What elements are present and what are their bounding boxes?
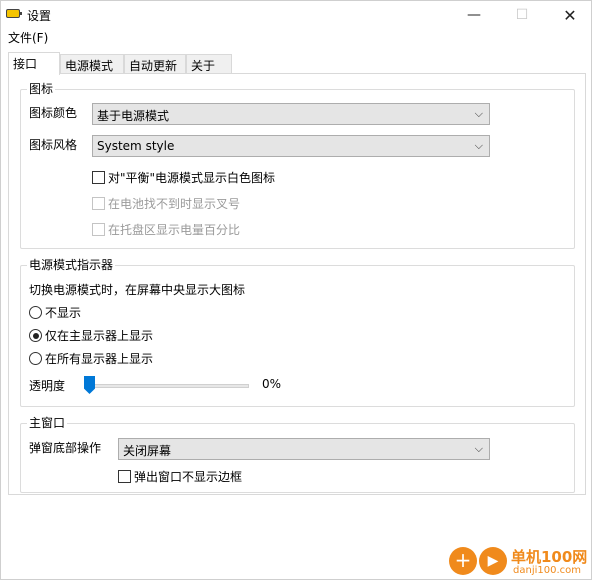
icon-color-value: 基于电源模式	[97, 109, 170, 123]
tab-about[interactable]: 关于	[186, 54, 232, 74]
main-window-group-title: 主窗口	[27, 416, 68, 430]
battery-percent-checkbox[interactable]: 在托盘区显示电量百分比	[92, 221, 240, 238]
opacity-slider-track[interactable]	[84, 384, 249, 388]
menu-bar: 文件(F)	[1, 29, 591, 47]
icon-style-value: System style	[97, 139, 175, 153]
no-battery-cross-checkbox[interactable]: 在电池找不到时显示叉号	[92, 195, 240, 212]
tab-panel-interface: 图标 图标颜色 基于电源模式 ⌵ 图标风格 System style ⌵ 对"平…	[8, 73, 586, 495]
opacity-value: 0%	[262, 377, 282, 391]
tab-power-mode[interactable]: 电源模式	[60, 54, 124, 74]
bottom-action-value: 关闭屏幕	[123, 444, 172, 458]
close-button[interactable]: ✕	[547, 1, 592, 29]
icon-group: 图标 图标颜色 基于电源模式 ⌵ 图标风格 System style ⌵ 对"平…	[20, 82, 575, 249]
radio-circle[interactable]	[29, 352, 42, 365]
icon-color-label: 图标颜色	[29, 106, 78, 120]
radio-all-label: 在所有显示器上显示	[45, 352, 154, 366]
radio-circle[interactable]	[29, 306, 42, 319]
checkbox-box[interactable]	[92, 197, 105, 210]
radio-all-displays[interactable]: 在所有显示器上显示	[29, 350, 153, 367]
bottom-action-select[interactable]: 关闭屏幕 ⌵	[118, 438, 490, 460]
indicator-group-title: 电源模式指示器	[27, 258, 116, 272]
opacity-slider-thumb[interactable]	[84, 376, 95, 394]
maximize-button[interactable]: ☐	[499, 1, 545, 29]
battery-app-icon	[6, 9, 22, 18]
menu-file[interactable]: 文件(F)	[8, 29, 48, 46]
battery-percent-label: 在托盘区显示电量百分比	[108, 223, 241, 237]
radio-circle-selected[interactable]	[29, 329, 42, 342]
plus-icon: +	[449, 547, 477, 575]
main-window-group: 主窗口 弹窗底部操作 关闭屏幕 ⌵ 弹出窗口不显示边框	[20, 416, 575, 493]
checkbox-box[interactable]	[92, 223, 105, 236]
icon-group-title: 图标	[27, 82, 56, 96]
chevron-down-icon: ⌵	[474, 139, 483, 152]
settings-window: 设置 — ☐ ✕ 文件(F) 接口 电源模式 自动更新 关于 图标 图标颜色 基…	[0, 0, 592, 580]
icon-color-select[interactable]: 基于电源模式 ⌵	[92, 103, 490, 125]
watermark-text: 单机100网	[511, 548, 588, 566]
white-icon-checkbox[interactable]: 对"平衡"电源模式显示白色图标	[92, 169, 275, 186]
radio-primary-display[interactable]: 仅在主显示器上显示	[29, 327, 153, 344]
indicator-description: 切换电源模式时，在屏幕中央显示大图标	[29, 283, 246, 297]
window-title: 设置	[27, 9, 52, 23]
watermark-logo: + ▶ 单机100网 danji100.com	[441, 541, 591, 581]
radio-none-label: 不显示	[45, 306, 82, 320]
chevron-down-icon: ⌵	[474, 442, 483, 455]
play-icon: ▶	[479, 547, 507, 575]
radio-none[interactable]: 不显示	[29, 304, 81, 321]
no-border-checkbox[interactable]: 弹出窗口不显示边框	[118, 468, 242, 485]
no-border-checkbox-label: 弹出窗口不显示边框	[134, 470, 243, 484]
tab-interface[interactable]: 接口	[8, 52, 60, 75]
icon-style-label: 图标风格	[29, 138, 78, 152]
checkbox-box[interactable]	[118, 470, 131, 483]
radio-primary-label: 仅在主显示器上显示	[45, 329, 154, 343]
watermark-url: danji100.com	[513, 565, 581, 576]
power-mode-indicator-group: 电源模式指示器 切换电源模式时，在屏幕中央显示大图标 不显示 仅在主显示器上显示…	[20, 258, 575, 407]
white-icon-checkbox-label: 对"平衡"电源模式显示白色图标	[108, 171, 276, 185]
checkbox-box[interactable]	[92, 171, 105, 184]
title-bar[interactable]: 设置 — ☐ ✕	[1, 1, 591, 29]
icon-style-select[interactable]: System style ⌵	[92, 135, 490, 157]
opacity-label: 透明度	[29, 379, 66, 393]
minimize-button[interactable]: —	[451, 1, 497, 29]
tab-auto-update[interactable]: 自动更新	[124, 54, 186, 74]
chevron-down-icon: ⌵	[474, 107, 483, 120]
no-battery-cross-label: 在电池找不到时显示叉号	[108, 197, 241, 211]
bottom-action-label: 弹窗底部操作	[29, 441, 102, 455]
